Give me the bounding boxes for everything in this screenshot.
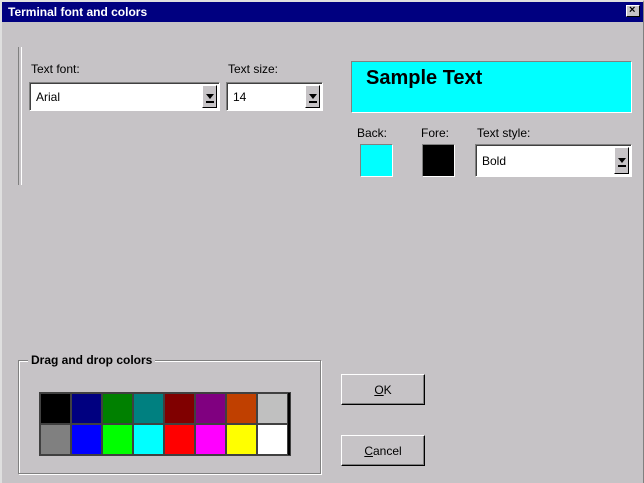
text-style-combo[interactable]: Bold (475, 144, 632, 177)
palette-color-cell[interactable] (164, 424, 195, 455)
text-font-label: Text font: (31, 62, 80, 76)
text-style-value: Bold (482, 154, 507, 168)
fore-label: Fore: (421, 126, 450, 140)
color-palette (39, 392, 291, 456)
text-font-value: Arial (36, 90, 61, 104)
sample-text-preview: Sample Text (351, 61, 632, 113)
palette-color-cell[interactable] (133, 393, 164, 424)
text-size-label: Text size: (228, 62, 279, 76)
divider (18, 47, 22, 185)
text-size-combo[interactable]: 14 (226, 82, 323, 111)
palette-color-cell[interactable] (40, 393, 71, 424)
text-size-dropdown-button[interactable] (305, 85, 320, 108)
text-size-value: 14 (233, 90, 247, 104)
fore-color-swatch[interactable] (422, 144, 455, 177)
sample-text: Sample Text (366, 67, 483, 89)
palette-color-cell[interactable] (226, 424, 257, 455)
palette-color-cell[interactable] (71, 393, 102, 424)
dropdown-arrow-icon (618, 158, 626, 167)
dropdown-arrow-icon (309, 94, 317, 103)
palette-group-label: Drag and drop colors (28, 353, 156, 367)
text-font-combo[interactable]: Arial (29, 82, 220, 111)
cancel-button[interactable]: Cancel (341, 435, 425, 466)
cancel-button-label: Cancel (364, 444, 402, 458)
palette-color-cell[interactable] (195, 393, 226, 424)
palette-color-cell[interactable] (257, 393, 288, 424)
palette-color-cell[interactable] (71, 424, 102, 455)
back-color-swatch[interactable] (360, 144, 393, 177)
dialog-window: Terminal font and colors × Text font: Ar… (0, 0, 644, 483)
palette-color-cell[interactable] (133, 424, 164, 455)
text-font-dropdown-button[interactable] (202, 85, 217, 108)
palette-color-cell[interactable] (257, 424, 288, 455)
palette-color-cell[interactable] (226, 393, 257, 424)
dropdown-arrow-icon (206, 94, 214, 103)
title-bar[interactable]: Terminal font and colors × (2, 2, 643, 22)
ok-button[interactable]: OK (341, 374, 425, 405)
palette-color-cell[interactable] (195, 424, 226, 455)
back-label: Back: (357, 126, 388, 140)
palette-color-cell[interactable] (164, 393, 195, 424)
ok-button-label: OK (374, 383, 392, 397)
palette-color-cell[interactable] (102, 393, 133, 424)
window-title: Terminal font and colors (8, 5, 148, 19)
text-style-dropdown-button[interactable] (614, 147, 629, 174)
palette-color-cell[interactable] (40, 424, 71, 455)
close-button[interactable]: × (626, 4, 640, 17)
palette-color-cell[interactable] (102, 424, 133, 455)
text-style-label: Text style: (477, 126, 531, 140)
close-icon: × (629, 4, 636, 16)
